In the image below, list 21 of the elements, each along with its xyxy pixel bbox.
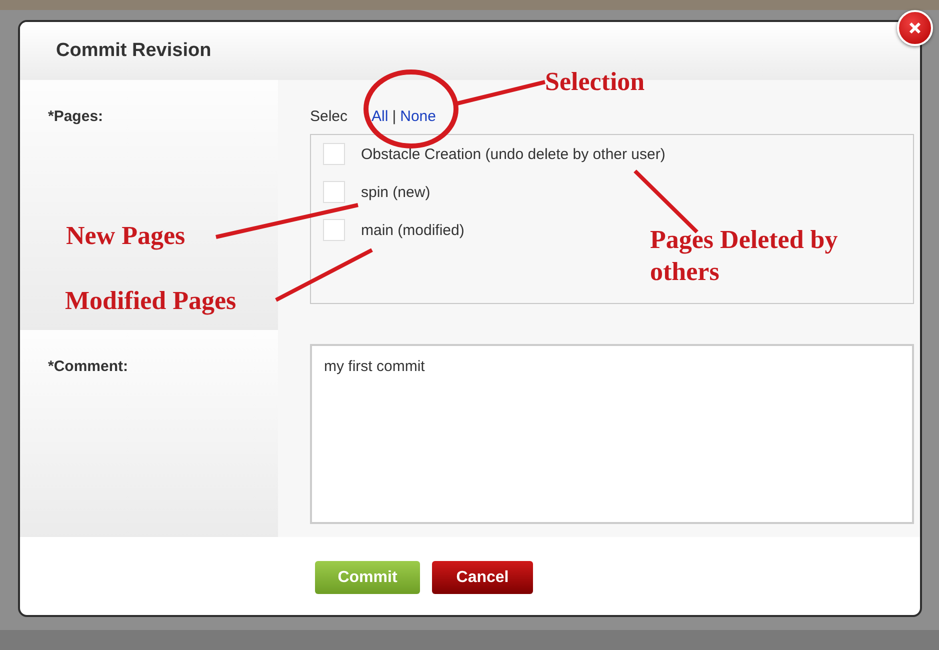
- separator: |: [392, 108, 396, 126]
- page-name: main (modified): [361, 222, 464, 238]
- annotation-label: New Pages: [66, 220, 186, 252]
- close-button[interactable]: [897, 10, 933, 46]
- cancel-button[interactable]: Cancel: [432, 561, 533, 594]
- annotation-label: Selection: [545, 66, 646, 98]
- dialog-title: Commit Revision: [56, 40, 212, 62]
- field-label: *Pages:: [48, 108, 104, 125]
- page-name: Obstacle Creation (undo delete by other user): [361, 146, 666, 162]
- page-name: spin (new): [361, 184, 430, 200]
- select-none-link[interactable]: None: [400, 108, 436, 126]
- checkbox[interactable]: [323, 219, 345, 241]
- annotation-label: Pages Deleted by others: [650, 224, 839, 288]
- close-icon: [909, 22, 921, 34]
- checkbox[interactable]: [323, 143, 345, 165]
- checkbox[interactable]: [323, 181, 345, 203]
- comment-field[interactable]: my first commit: [310, 344, 914, 524]
- select-all-link[interactable]: All: [372, 108, 388, 126]
- select-label: Selec: [310, 108, 348, 126]
- field-label: *Comment:: [48, 358, 128, 375]
- annotation-label: Modified Pages: [65, 285, 238, 317]
